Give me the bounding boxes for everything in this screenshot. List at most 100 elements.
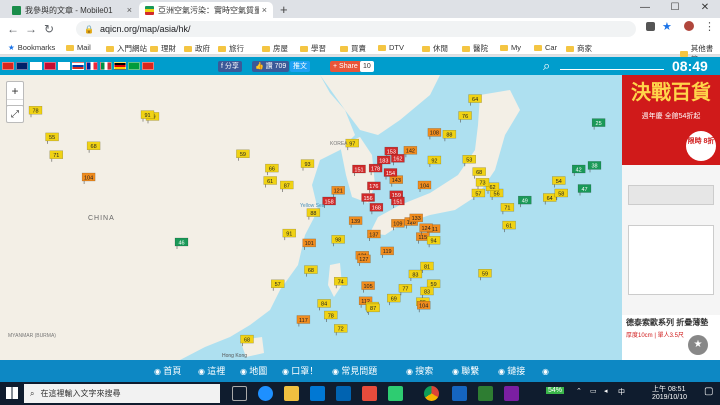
bottom-nav-button[interactable]: ◉ 首頁: [152, 362, 183, 380]
aqi-station-marker[interactable]: 72: [334, 324, 348, 336]
aqi-station-marker[interactable]: 77: [398, 284, 413, 296]
back-button[interactable]: ←: [4, 22, 22, 36]
bookmark-folder[interactable]: 入門網站: [106, 43, 147, 54]
aqi-station-marker[interactable]: 104: [417, 180, 432, 192]
aqi-station-marker[interactable]: 49: [518, 195, 532, 208]
taskbar-time[interactable]: 上午 08:51: [652, 384, 685, 394]
aqi-station-marker[interactable]: 84: [317, 299, 331, 311]
aqi-station-marker[interactable]: 108: [427, 128, 442, 140]
advertisement-panel[interactable]: 決戰百貨 週年慶 全館54折起 限時 8折 德泰索歐系列 折疊薄墊 厚度10cm…: [622, 75, 720, 360]
notification-icon[interactable]: ▢: [704, 386, 713, 397]
forward-button[interactable]: →: [22, 22, 40, 36]
aqi-station-marker[interactable]: 83: [408, 269, 423, 281]
zoom-in-button[interactable]: +: [7, 82, 23, 100]
bottom-nav-button[interactable]: ◉ 聯繫: [450, 362, 481, 380]
aqi-station-marker[interactable]: 42: [572, 164, 586, 176]
flag-cn-icon[interactable]: [2, 62, 14, 70]
profile-avatar-icon[interactable]: [684, 21, 694, 31]
flag-br-icon[interactable]: [128, 62, 140, 70]
bookmark-folder[interactable]: 理財: [150, 43, 176, 54]
taskbar-search-input[interactable]: ⌕ 在這裡輸入文字來搜尋: [24, 384, 220, 403]
app2-icon[interactable]: [504, 386, 519, 401]
aqi-station-marker[interactable]: 69: [387, 293, 401, 306]
bookmark-folder[interactable]: 買賣: [340, 43, 366, 54]
aqi-station-marker[interactable]: 61: [502, 220, 516, 233]
aqi-station-marker[interactable]: 47: [577, 184, 592, 196]
aqi-station-marker[interactable]: 156: [361, 193, 375, 205]
aqi-map[interactable]: 7855718968104618793971531621781511431041…: [0, 75, 622, 360]
new-tab-button[interactable]: +: [280, 2, 288, 17]
windows-start-icon[interactable]: [6, 387, 18, 399]
flag-vn-icon[interactable]: [142, 62, 154, 70]
translate-icon[interactable]: [646, 22, 655, 31]
store-icon[interactable]: [310, 386, 325, 401]
close-window-button[interactable]: ✕: [690, 0, 720, 18]
aqi-station-marker[interactable]: 64: [543, 193, 557, 205]
flag-kr-icon[interactable]: [58, 62, 70, 70]
volume-icon[interactable]: ◂: [604, 387, 608, 395]
bookmark-folder[interactable]: 學習: [300, 43, 326, 54]
aqi-station-marker[interactable]: 121: [331, 186, 345, 198]
battery-indicator[interactable]: 54%: [546, 387, 565, 394]
aqi-station-marker[interactable]: 117: [296, 315, 311, 327]
search-icon[interactable]: ⌕: [543, 58, 550, 74]
aqi-station-marker[interactable]: 76: [458, 111, 472, 123]
tab-close-icon[interactable]: ×: [262, 5, 267, 15]
bookmark-folder[interactable]: DTV: [378, 43, 404, 52]
aqi-station-marker[interactable]: 104: [417, 300, 431, 313]
aqi-station-marker[interactable]: 168: [369, 203, 384, 215]
aqi-station-marker[interactable]: 98: [331, 235, 345, 247]
bottom-nav-button[interactable]: ◉ 鏈接: [496, 362, 527, 380]
bottom-nav-button[interactable]: ◉ 常見問題: [330, 362, 379, 380]
aqi-station-marker[interactable]: 71: [500, 203, 515, 215]
aqi-station-marker[interactable]: 92: [427, 155, 442, 167]
aqi-station-marker[interactable]: 142: [403, 146, 418, 158]
bookmark-folder[interactable]: 醫院: [462, 43, 488, 54]
flag-uk-icon[interactable]: [16, 62, 28, 70]
map-canvas[interactable]: 7855718968104618793971531621781511431041…: [0, 75, 622, 360]
task-view-icon[interactable]: [232, 386, 247, 401]
maximize-button[interactable]: ☐: [660, 0, 690, 18]
aqi-station-marker[interactable]: 87: [366, 303, 380, 315]
bookmark-folder[interactable]: Mail: [66, 43, 91, 52]
app-icon[interactable]: [362, 386, 377, 401]
flag-ru-icon[interactable]: [72, 62, 84, 70]
edge-icon[interactable]: [258, 386, 273, 401]
bookmark-folder[interactable]: My: [500, 43, 521, 52]
taskbar-date[interactable]: 2019/10/10: [652, 394, 687, 401]
aqi-station-marker[interactable]: 176: [367, 181, 381, 193]
aqi-station-marker[interactable]: 88: [442, 130, 457, 142]
flag-jp-icon[interactable]: [30, 62, 42, 70]
aqi-station-marker[interactable]: 183: [377, 155, 391, 167]
tab-aqicn[interactable]: 亞洲空氣污染：實時空氣質量指數 ×: [139, 2, 273, 18]
aqi-station-marker[interactable]: 78: [324, 310, 338, 322]
bottom-nav-button[interactable]: ◉ 地圖: [238, 362, 269, 380]
reload-button[interactable]: ↻: [40, 22, 58, 36]
star-bookmark-icon[interactable]: ★: [662, 20, 672, 33]
word-icon[interactable]: [452, 386, 467, 401]
line-icon[interactable]: [388, 386, 403, 401]
aqi-station-marker[interactable]: 139: [348, 216, 363, 228]
menu-kebab-icon[interactable]: ⋮: [704, 20, 715, 33]
flag-de-icon[interactable]: [114, 62, 126, 70]
aqi-station-marker[interactable]: 59: [478, 268, 492, 281]
tab-close-icon[interactable]: ×: [127, 5, 132, 15]
ad-banner[interactable]: 決戰百貨 週年慶 全館54折起 限時 8折: [622, 75, 720, 165]
aqi-station-marker[interactable]: 178: [368, 163, 383, 176]
tab-mobile01[interactable]: 我參與的文章 - Mobile01 ×: [6, 2, 138, 18]
url-input[interactable]: 🔒 aqicn.org/map/asia/hk/: [76, 21, 636, 37]
aqi-station-marker[interactable]: 54: [552, 176, 566, 188]
bookmark-folder[interactable]: Car: [534, 43, 557, 52]
ad-fab-button[interactable]: ★: [688, 335, 708, 355]
aqi-station-marker[interactable]: 83: [420, 286, 434, 298]
bookmarks-apps[interactable]: ★ Bookmarks: [8, 43, 55, 52]
bottom-nav-button[interactable]: ◉ 搜索: [404, 362, 435, 380]
aqi-station-marker[interactable]: 143: [389, 175, 403, 187]
chrome-icon[interactable]: [424, 386, 439, 401]
site-search-input[interactable]: [560, 69, 664, 70]
aqi-station-marker[interactable]: 137: [367, 229, 381, 241]
bookmark-folder[interactable]: 旅行: [218, 43, 244, 54]
aqi-station-marker[interactable]: 101: [302, 238, 316, 250]
aqi-station-marker[interactable]: 81: [420, 261, 434, 273]
aqi-station-marker[interactable]: 25: [591, 118, 606, 130]
